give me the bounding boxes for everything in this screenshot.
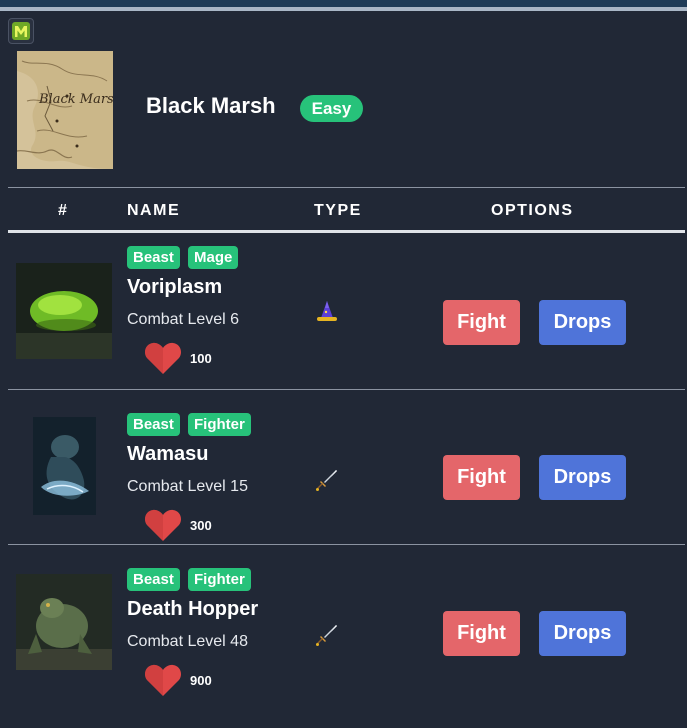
difficulty-badge: Easy xyxy=(300,95,363,122)
combat-level: Combat Level 6 xyxy=(127,311,240,328)
monster-image xyxy=(16,263,112,359)
monster-tag: Beast xyxy=(127,413,180,436)
monster-hp: 300 xyxy=(190,518,212,533)
monster-hp: 900 xyxy=(190,673,212,688)
monster-tag: Beast xyxy=(127,568,180,591)
monster-hp: 100 xyxy=(190,351,212,366)
monster-tag: Beast xyxy=(127,246,180,269)
fight-button[interactable]: Fight xyxy=(443,611,520,656)
monster-image xyxy=(33,417,96,515)
monster-image xyxy=(16,574,112,670)
combat-level: Combat Level 48 xyxy=(127,633,248,650)
column-header-index: # xyxy=(58,202,69,219)
table-row: Beast Mage Voriplasm Combat Level 6 100 … xyxy=(0,233,687,388)
column-header-name: NAME xyxy=(127,202,181,219)
header-divider xyxy=(8,187,685,188)
drops-button[interactable]: Drops xyxy=(539,611,626,656)
monster-name: Voriplasm xyxy=(127,276,223,298)
area-title: Black Marsh xyxy=(146,93,276,118)
drops-button[interactable]: Drops xyxy=(539,455,626,500)
monster-tag: Fighter xyxy=(188,413,251,436)
column-header-type: TYPE xyxy=(314,202,362,219)
table-row: Beast Fighter Death Hopper Combat Level … xyxy=(0,544,687,699)
app-logo-icon[interactable] xyxy=(8,18,34,44)
fight-button[interactable]: Fight xyxy=(443,455,520,500)
table-row: Beast Fighter Wamasu Combat Level 15 300… xyxy=(0,389,687,544)
monster-name: Wamasu xyxy=(127,443,209,465)
combat-level: Combat Level 15 xyxy=(127,478,248,495)
sword-icon xyxy=(316,470,337,491)
column-header-options: OPTIONS xyxy=(491,202,574,219)
fight-button[interactable]: Fight xyxy=(443,300,520,345)
heart-icon xyxy=(145,342,181,374)
heart-icon xyxy=(145,509,181,541)
heart-icon xyxy=(145,664,181,696)
area-map-image: Black Marsh xyxy=(17,51,113,169)
monster-tag: Fighter xyxy=(188,568,251,591)
map-label: Black Marsh xyxy=(38,92,113,107)
monster-name: Death Hopper xyxy=(127,598,259,620)
wizard-hat-icon xyxy=(317,301,337,321)
area-panel: Black Marsh Black Marsh Easy # NAME TYPE… xyxy=(0,11,687,728)
drops-button[interactable]: Drops xyxy=(539,300,626,345)
sword-icon xyxy=(316,625,337,646)
monster-tag: Mage xyxy=(188,246,239,269)
